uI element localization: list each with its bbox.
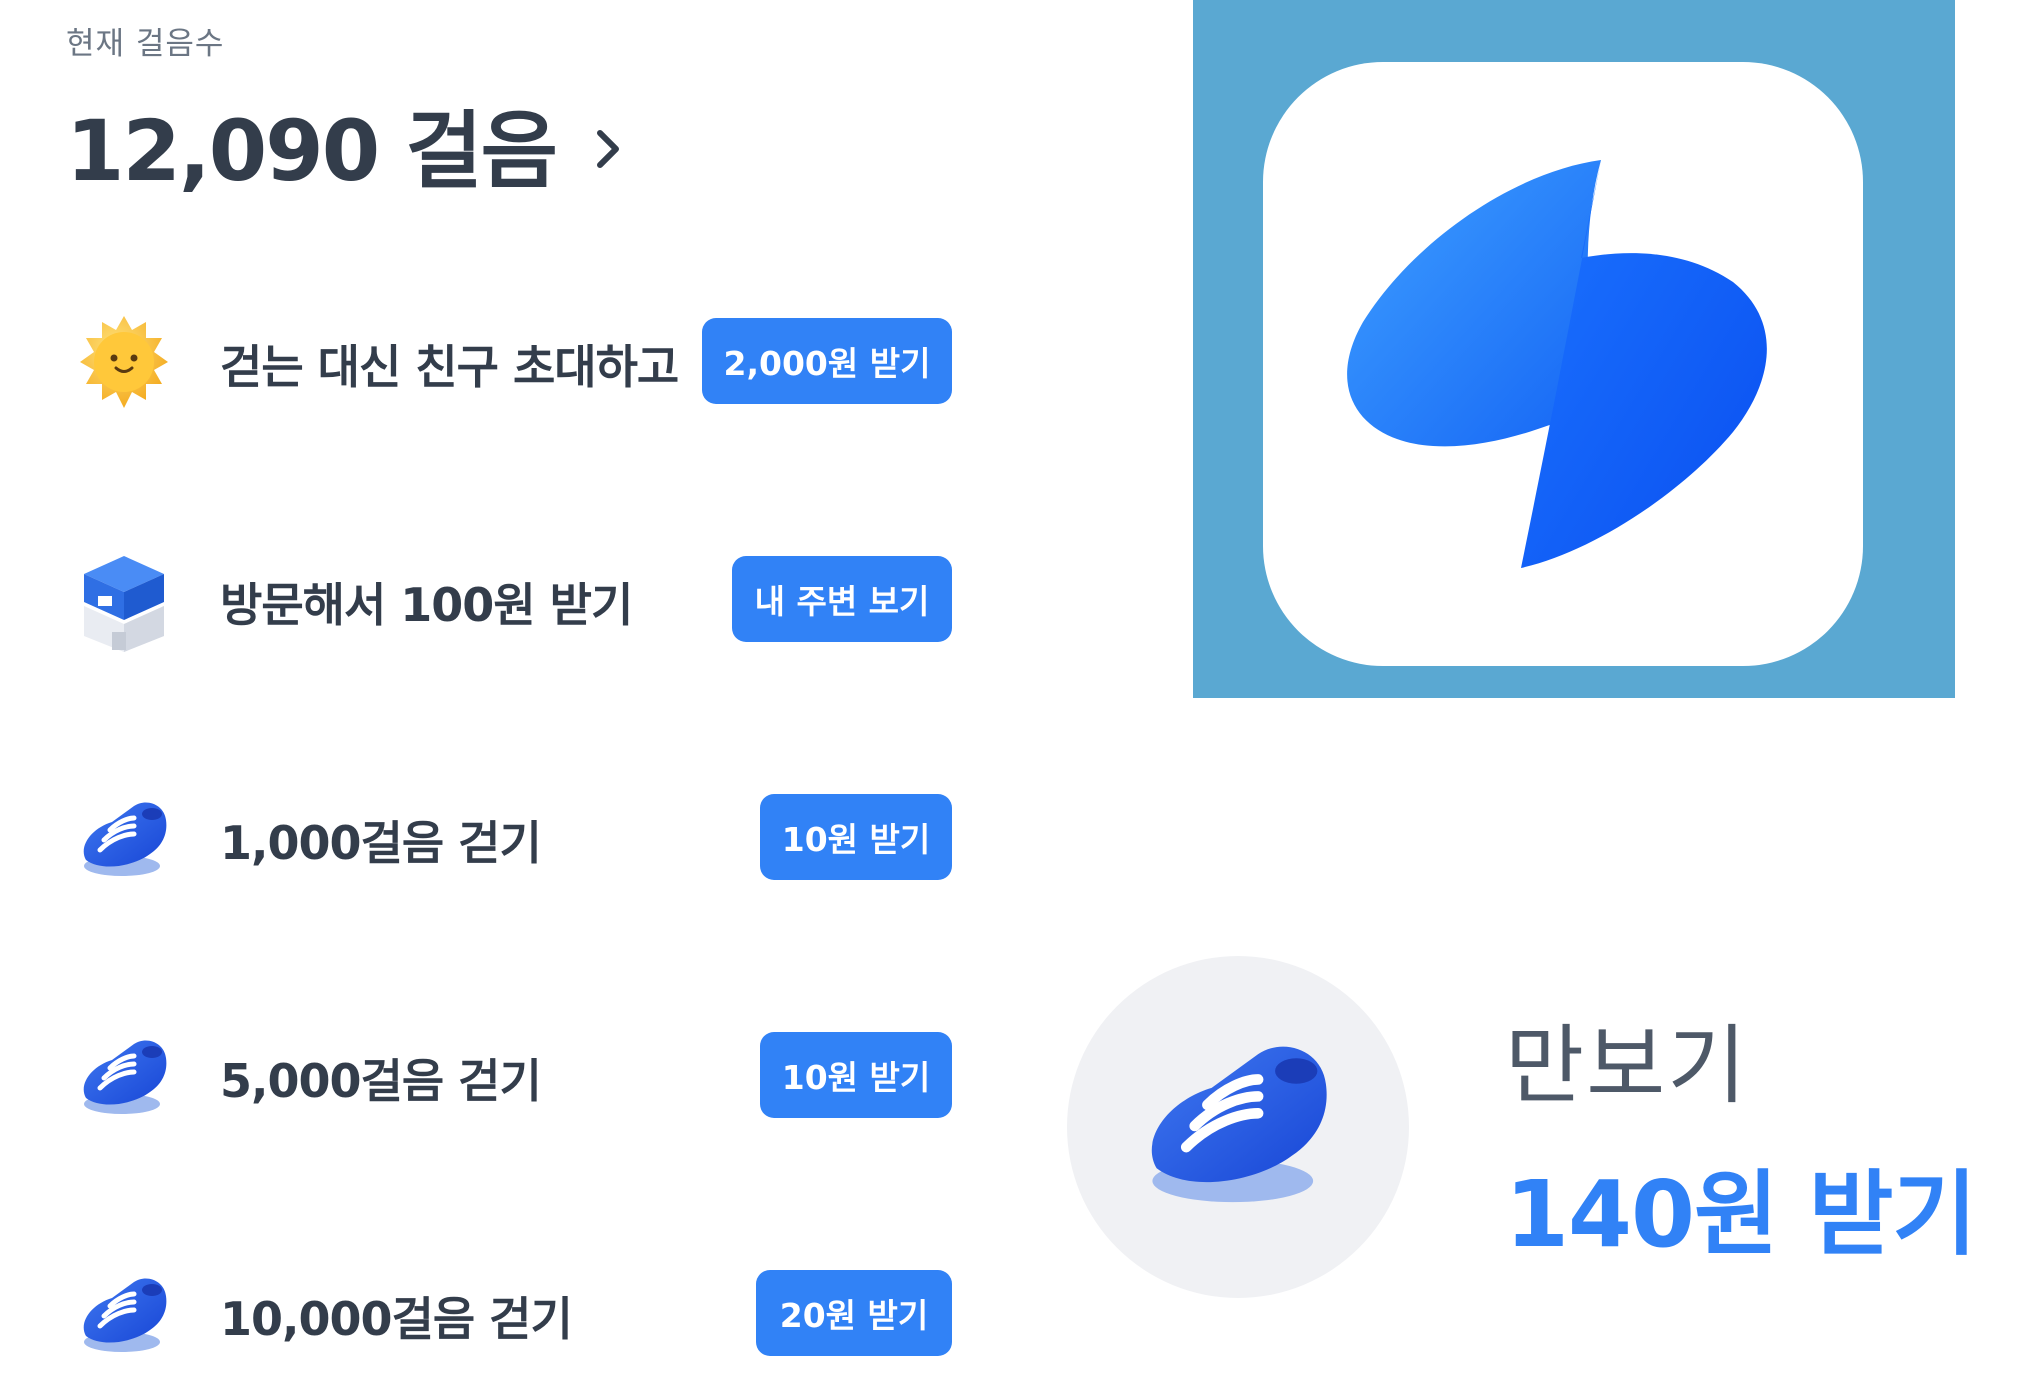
mission-title: 1,000걸음 걷기 bbox=[220, 816, 542, 870]
current-steps-link[interactable]: 12,090 걸음 bbox=[66, 84, 632, 205]
mission-reward-button[interactable]: 10원 받기 bbox=[760, 1032, 952, 1118]
mission-visit-store: 방문해서 100원 받기 내 주변 보기 bbox=[72, 556, 952, 652]
toss-logo-icon bbox=[1263, 62, 1863, 666]
mission-title: 10,000걸음 걷기 bbox=[220, 1292, 573, 1346]
shoe-icon bbox=[72, 1026, 176, 1130]
nearby-button[interactable]: 내 주변 보기 bbox=[732, 556, 952, 642]
pedometer-icon-circle bbox=[1067, 956, 1409, 1298]
mission-reward-button[interactable]: 20원 받기 bbox=[756, 1270, 952, 1356]
sun-icon bbox=[80, 316, 168, 408]
mission-reward-button[interactable]: 10원 받기 bbox=[760, 794, 952, 880]
mission-invite-friend: 걷는 대신 친구 초대하고 2,000원 받기 bbox=[72, 316, 952, 410]
pedometer-reward[interactable]: 140원 받기 bbox=[1505, 1140, 1977, 1273]
current-steps-value: 12,090 걸음 bbox=[66, 102, 558, 200]
mission-title: 5,000걸음 걷기 bbox=[220, 1054, 542, 1108]
mission-title: 걷는 대신 친구 초대하고 bbox=[220, 340, 679, 394]
app-icon-panel bbox=[1193, 0, 1955, 698]
shoe-icon bbox=[1127, 1016, 1347, 1236]
current-steps-label: 현재 걸음수 bbox=[66, 26, 225, 62]
shoe-icon bbox=[72, 1264, 176, 1368]
store-icon bbox=[84, 556, 164, 652]
mission-walk-10000: 10,000걸음 걷기 20원 받기 bbox=[72, 1270, 952, 1362]
mission-walk-5000: 5,000걸음 걷기 10원 받기 bbox=[72, 1032, 952, 1124]
mission-walk-1000: 1,000걸음 걷기 10원 받기 bbox=[72, 794, 952, 886]
shoe-icon bbox=[72, 788, 176, 892]
mission-reward-button[interactable]: 2,000원 받기 bbox=[702, 318, 952, 404]
pedometer-title: 만보기 bbox=[1505, 1016, 1749, 1116]
mission-title: 방문해서 100원 받기 bbox=[220, 578, 633, 632]
chevron-right-icon bbox=[596, 129, 619, 168]
